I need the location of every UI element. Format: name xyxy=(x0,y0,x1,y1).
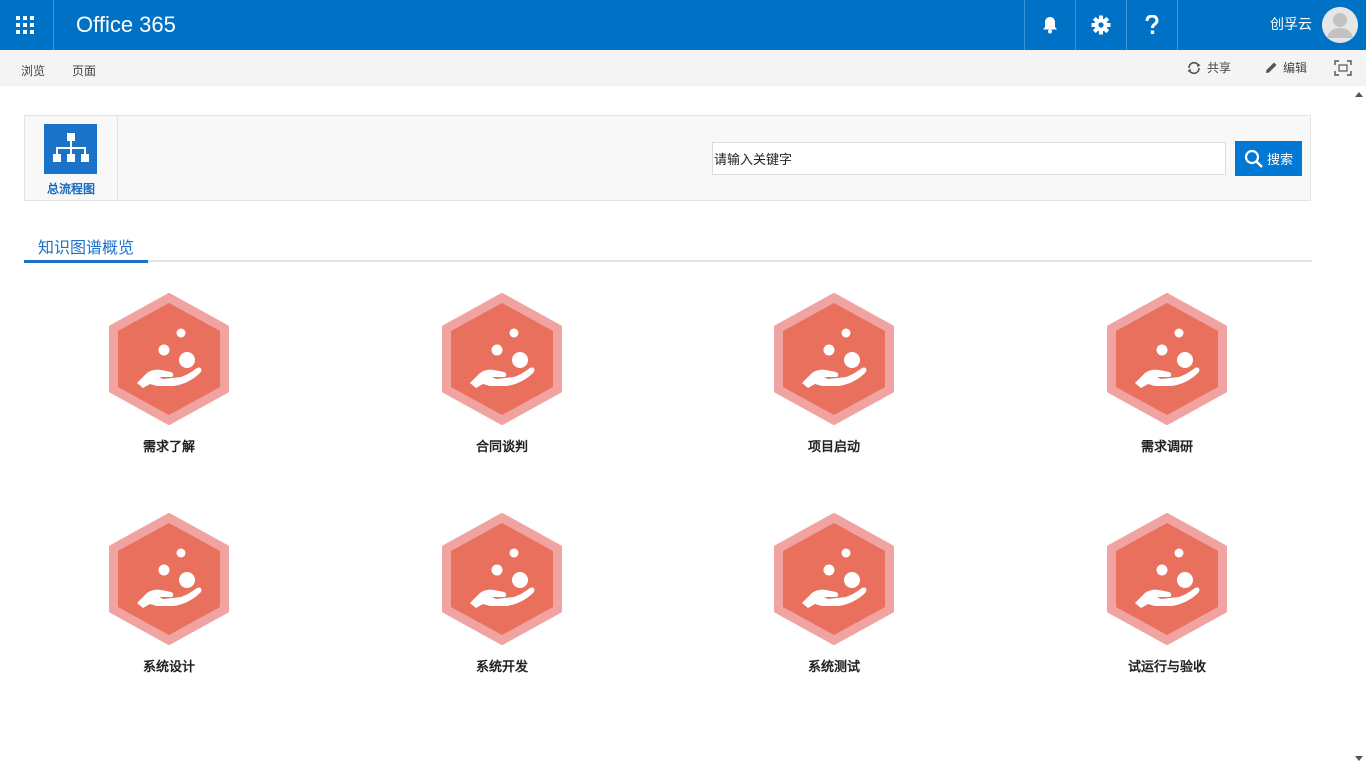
hexagon-badge-icon xyxy=(109,513,229,645)
tile-label: 系统设计 xyxy=(142,660,195,675)
tile-label: 项目启动 xyxy=(807,440,860,455)
tab-browse[interactable]: 浏览 xyxy=(21,50,45,86)
header-panel: 总流程图 搜索 xyxy=(24,115,1311,201)
user-name[interactable]: 创孚云 xyxy=(1270,0,1312,50)
help-icon xyxy=(1145,15,1159,34)
search-input[interactable] xyxy=(712,142,1226,175)
active-tab-indicator xyxy=(24,260,148,263)
hexagon-badge-icon xyxy=(774,293,894,425)
knowledge-tile[interactable]: 系统测试 xyxy=(734,513,934,693)
knowledge-tile[interactable]: 项目启动 xyxy=(734,293,934,473)
hexagon-badge-icon xyxy=(1107,293,1227,425)
tile-label: 合同谈判 xyxy=(475,440,528,455)
share-button[interactable]: 共享 xyxy=(1186,50,1231,86)
bell-icon xyxy=(1043,17,1057,34)
knowledge-tile[interactable]: 系统开发 xyxy=(402,513,602,693)
knowledge-tile[interactable]: 系统设计 xyxy=(69,513,269,693)
tile-label: 需求了解 xyxy=(142,440,195,455)
section-divider xyxy=(24,260,1312,262)
search-icon xyxy=(1244,149,1263,168)
help-button[interactable] xyxy=(1126,0,1178,50)
edit-button[interactable]: 编辑 xyxy=(1264,50,1307,86)
tile-label: 系统开发 xyxy=(475,660,528,675)
scroll-up-icon[interactable] xyxy=(1355,92,1363,97)
tile-label: 系统测试 xyxy=(807,660,860,675)
gear-icon xyxy=(1091,15,1111,35)
tab-knowledge-graph-overview[interactable]: 知识图谱概览 xyxy=(24,234,148,262)
user-silhouette-icon xyxy=(1322,7,1358,43)
suite-divider xyxy=(53,0,54,50)
tile-label: 需求调研 xyxy=(1140,440,1193,455)
avatar[interactable] xyxy=(1322,7,1358,43)
edit-label: 编辑 xyxy=(1283,61,1308,75)
knowledge-tile[interactable]: 试运行与验收 xyxy=(1067,513,1267,693)
fullscreen-icon xyxy=(1334,60,1352,76)
scroll-down-icon[interactable] xyxy=(1355,756,1363,761)
knowledge-tile[interactable]: 需求了解 xyxy=(69,293,269,473)
settings-button[interactable] xyxy=(1075,0,1126,50)
notifications-button[interactable] xyxy=(1024,0,1075,50)
focus-mode-button[interactable] xyxy=(1334,50,1352,86)
hexagon-badge-icon xyxy=(442,293,562,425)
waffle-icon xyxy=(16,16,34,34)
pencil-icon xyxy=(1266,62,1277,73)
ribbon: 浏览 页面 共享 编辑 xyxy=(0,50,1366,86)
suite-bar: Office 365 创孚云 xyxy=(0,0,1366,50)
app-launcher-button[interactable] xyxy=(0,0,50,50)
hexagon-badge-icon xyxy=(442,513,562,645)
search-button-label: 搜索 xyxy=(1266,153,1293,168)
search-button[interactable]: 搜索 xyxy=(1235,141,1302,176)
tab-page[interactable]: 页面 xyxy=(72,50,96,86)
hexagon-badge-icon xyxy=(774,513,894,645)
hexagon-badge-icon xyxy=(109,293,229,425)
knowledge-tile[interactable]: 合同谈判 xyxy=(402,293,602,473)
flowchart-label: 总流程图 xyxy=(46,182,95,196)
app-title[interactable]: Office 365 xyxy=(76,0,176,50)
org-chart-icon xyxy=(44,124,97,174)
knowledge-tile[interactable]: 需求调研 xyxy=(1067,293,1267,473)
overall-flowchart-tile[interactable]: 总流程图 xyxy=(25,116,118,200)
share-icon xyxy=(1187,61,1201,75)
page-scrollbar[interactable] xyxy=(1352,86,1366,768)
tile-label: 试运行与验收 xyxy=(1127,660,1206,675)
hexagon-badge-icon xyxy=(1107,513,1227,645)
share-label: 共享 xyxy=(1207,61,1232,75)
